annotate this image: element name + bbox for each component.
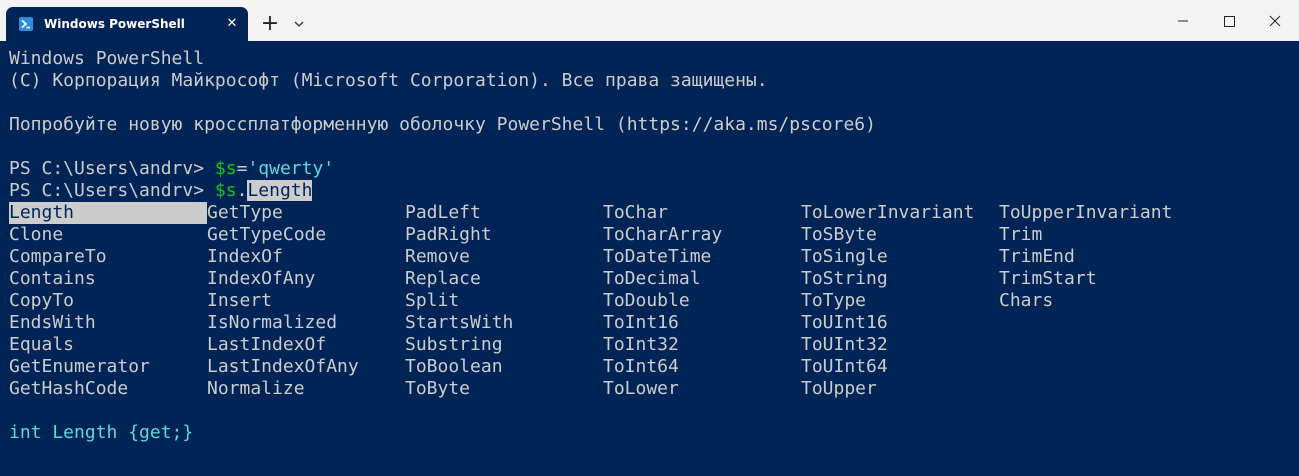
completion-item[interactable]: GetType [207, 202, 283, 224]
completion-item[interactable]: Remove [405, 246, 470, 268]
powershell-icon [19, 17, 33, 31]
completion-item[interactable]: PadRight [405, 224, 492, 246]
close-window-icon[interactable] [1252, 0, 1298, 41]
completion-item[interactable]: ToDateTime [603, 246, 711, 268]
completion-item[interactable]: StartsWith [405, 312, 513, 334]
completion-item[interactable]: Length [9, 202, 207, 224]
completion-item[interactable]: CompareTo [9, 246, 107, 268]
member-tooltip: int Length {get;} [9, 422, 194, 443]
completion-item[interactable]: TrimEnd [999, 246, 1075, 268]
completion-item[interactable]: ToSingle [801, 246, 888, 268]
completion-item[interactable]: ToLowerInvariant [801, 202, 974, 224]
completion-item[interactable]: GetEnumerator [9, 356, 150, 378]
completion-item[interactable]: ToSByte [801, 224, 877, 246]
completion-item[interactable]: ToUInt16 [801, 312, 888, 334]
completion-item[interactable]: ToCharArray [603, 224, 722, 246]
completion-item[interactable]: ToUInt64 [801, 356, 888, 378]
completion-item[interactable]: ToDouble [603, 290, 690, 312]
completion-item[interactable]: Normalize [207, 378, 305, 400]
completion-item[interactable]: ToChar [603, 202, 668, 224]
completion-item[interactable]: GetHashCode [9, 378, 128, 400]
close-tab-icon[interactable]: ✕ [224, 16, 240, 32]
variable-token: $s [214, 180, 237, 201]
title-bar[interactable]: Windows PowerShell ✕ + [0, 0, 1299, 41]
prompt: PS C:\Users\andrv> [9, 180, 215, 201]
completion-item[interactable]: IsNormalized [207, 312, 337, 334]
command-line-2[interactable]: PS C:\Users\andrv> $s.Length [9, 180, 313, 202]
completion-item[interactable]: EndsWith [9, 312, 96, 334]
completion-item[interactable]: ToInt32 [603, 334, 679, 356]
terminal-window: Windows PowerShell ✕ + Windows PowerShel… [0, 0, 1299, 476]
completion-item[interactable]: LastIndexOfAny [207, 356, 359, 378]
completion-item[interactable]: Clone [9, 224, 63, 246]
dot-token: . [236, 180, 248, 201]
completion-item[interactable]: ToDecimal [603, 268, 701, 290]
completion-item[interactable]: Chars [999, 290, 1053, 312]
completion-item[interactable]: ToType [801, 290, 866, 312]
completion-item[interactable]: ToUInt32 [801, 334, 888, 356]
completion-item[interactable]: ToInt16 [603, 312, 679, 334]
operator-token: = [236, 158, 248, 179]
completion-menu[interactable]: Length Clone CompareTo Contains CopyTo EndsWi… [9, 202, 1294, 400]
chevron-down-icon[interactable] [289, 13, 309, 35]
completion-item[interactable]: Split [405, 290, 459, 312]
minimize-icon[interactable] [1160, 0, 1206, 41]
header-line-1: Windows PowerShell [9, 48, 205, 69]
command-line-1: PS C:\Users\andrv> $s='qwerty' [9, 158, 334, 180]
completion-item[interactable]: Trim [999, 224, 1042, 246]
tab-windows-powershell[interactable]: Windows PowerShell ✕ [6, 7, 248, 41]
completion-item[interactable]: IndexOfAny [207, 268, 315, 290]
completion-item[interactable]: ToUpperInvariant [999, 202, 1172, 224]
completion-item[interactable]: ToUpper [801, 378, 877, 400]
new-tab-button[interactable]: + [257, 11, 283, 37]
completion-item[interactable]: ToLower [603, 378, 679, 400]
member-token: Length [247, 180, 313, 201]
completion-item[interactable]: ToByte [405, 378, 470, 400]
tab-title: Windows PowerShell [44, 17, 185, 31]
completion-item[interactable]: Substring [405, 334, 503, 356]
header-line-2: (C) Корпорация Майкрософт (Microsoft Cor… [9, 70, 768, 91]
prompt: PS C:\Users\andrv> [9, 158, 215, 179]
terminal-output[interactable]: Windows PowerShell (C) Корпорация Майкро… [9, 48, 1294, 468]
completion-item[interactable]: TrimStart [999, 268, 1097, 290]
completion-item[interactable]: Insert [207, 290, 272, 312]
completion-item[interactable]: LastIndexOf [207, 334, 326, 356]
completion-item[interactable]: PadLeft [405, 202, 481, 224]
maximize-icon[interactable] [1206, 0, 1252, 41]
completion-item[interactable]: CopyTo [9, 290, 74, 312]
completion-item[interactable]: Equals [9, 334, 74, 356]
string-token: 'qwerty' [247, 158, 335, 179]
header-line-3: Попробуйте новую кроссплатформенную обол… [9, 114, 876, 135]
completion-item[interactable]: ToBoolean [405, 356, 503, 378]
completion-item[interactable]: GetTypeCode [207, 224, 326, 246]
variable-token: $s [214, 158, 237, 179]
completion-item[interactable]: Replace [405, 268, 481, 290]
completion-item[interactable]: IndexOf [207, 246, 283, 268]
completion-item[interactable]: ToInt64 [603, 356, 679, 378]
completion-item[interactable]: ToString [801, 268, 888, 290]
completion-item[interactable]: Contains [9, 268, 96, 290]
